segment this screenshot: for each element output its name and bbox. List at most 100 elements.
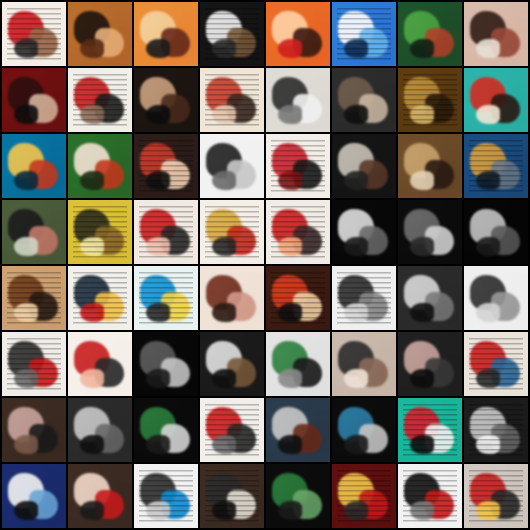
image-tile	[2, 200, 66, 264]
tile-text-lines	[205, 74, 259, 126]
tile-text-lines	[337, 470, 391, 522]
image-tile	[266, 200, 330, 264]
image-tile	[266, 2, 330, 66]
image-tile	[464, 134, 528, 198]
image-tile	[2, 134, 66, 198]
image-tile	[68, 266, 132, 330]
image-tile	[266, 332, 330, 396]
image-tile	[464, 68, 528, 132]
tile-blob	[277, 501, 302, 521]
image-tile	[134, 134, 198, 198]
image-tile	[2, 2, 66, 66]
image-tile	[200, 2, 264, 66]
tile-blob	[13, 237, 38, 257]
tile-blob	[343, 105, 368, 125]
image-tile	[2, 266, 66, 330]
image-tile	[332, 200, 396, 264]
image-tile	[464, 398, 528, 462]
tile-blob	[409, 171, 434, 191]
image-tile	[398, 2, 462, 66]
tile-text-lines	[469, 470, 523, 522]
image-tile	[266, 464, 330, 528]
tile-text-lines	[205, 206, 259, 258]
image-tile	[464, 2, 528, 66]
image-tile	[266, 134, 330, 198]
image-tile	[2, 464, 66, 528]
tile-text-lines	[205, 404, 259, 456]
image-tile	[398, 332, 462, 396]
image-tile	[398, 134, 462, 198]
tile-text-lines	[205, 470, 259, 522]
image-tile	[332, 2, 396, 66]
image-tile	[68, 464, 132, 528]
image-tile	[134, 68, 198, 132]
image-tile	[200, 134, 264, 198]
image-tile	[134, 332, 198, 396]
image-tile	[266, 68, 330, 132]
tile-text-lines	[139, 470, 193, 522]
image-tile	[200, 200, 264, 264]
image-tile	[2, 332, 66, 396]
tile-text-lines	[7, 8, 61, 60]
tile-text-lines	[139, 140, 193, 192]
tile-text-lines	[7, 338, 61, 390]
image-tile	[134, 398, 198, 462]
image-tile	[266, 266, 330, 330]
tile-blob	[13, 435, 38, 455]
tile-blob	[343, 435, 368, 455]
tile-blob	[145, 435, 170, 455]
image-tile	[200, 68, 264, 132]
image-tile	[398, 464, 462, 528]
tile-blob	[409, 237, 434, 257]
tile-text-lines	[139, 272, 193, 324]
image-tile	[2, 68, 66, 132]
tile-text-lines	[403, 404, 457, 456]
image-tile	[134, 2, 198, 66]
tile-blob	[79, 39, 104, 59]
tile-blob	[145, 39, 170, 59]
tile-text-lines	[337, 272, 391, 324]
image-tile	[134, 464, 198, 528]
image-tile	[200, 266, 264, 330]
tile-text-lines	[73, 74, 127, 126]
tile-text-lines	[73, 272, 127, 324]
tile-blob	[475, 237, 500, 257]
image-tile	[332, 332, 396, 396]
tile-blob	[409, 39, 434, 59]
tile-text-lines	[7, 272, 61, 324]
tile-blob	[343, 171, 368, 191]
image-tile	[2, 398, 66, 462]
image-tile	[464, 332, 528, 396]
tile-text-lines	[271, 140, 325, 192]
tile-text-lines	[73, 206, 127, 258]
tile-blob	[79, 369, 104, 389]
image-tile	[68, 134, 132, 198]
image-tile	[68, 332, 132, 396]
tile-blob	[277, 39, 302, 59]
tile-blob	[343, 369, 368, 389]
image-tile	[200, 464, 264, 528]
image-tile	[332, 398, 396, 462]
image-tile	[332, 464, 396, 528]
tile-blob	[145, 369, 170, 389]
tile-text-lines	[403, 74, 457, 126]
image-tile	[134, 266, 198, 330]
image-grid	[0, 0, 530, 530]
image-tile	[464, 266, 528, 330]
image-tile	[266, 398, 330, 462]
image-tile	[398, 200, 462, 264]
image-tile	[68, 2, 132, 66]
tile-text-lines	[403, 470, 457, 522]
image-tile	[200, 398, 264, 462]
tile-blob	[211, 303, 236, 323]
tile-blob	[277, 435, 302, 455]
image-tile	[332, 266, 396, 330]
tile-text-lines	[337, 8, 391, 60]
image-tile	[134, 200, 198, 264]
image-tile	[68, 68, 132, 132]
image-tile	[68, 398, 132, 462]
tile-blob	[145, 105, 170, 125]
tile-text-lines	[139, 206, 193, 258]
tile-blob	[475, 39, 500, 59]
tile-blob	[13, 171, 38, 191]
